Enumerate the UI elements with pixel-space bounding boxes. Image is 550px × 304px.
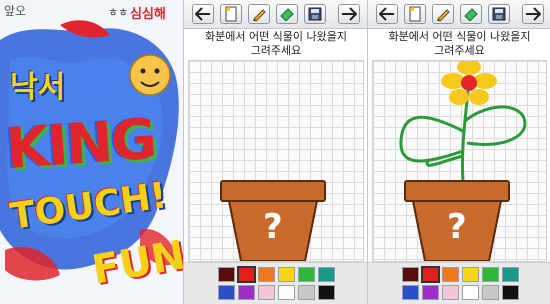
color-swatch[interactable] (402, 267, 419, 282)
color-swatch[interactable] (258, 285, 275, 300)
prompt-line1: 화분에서 어떤 식물이 나왔을지 (388, 30, 531, 43)
logo-line1: 낙서 (10, 70, 66, 105)
color-swatch[interactable] (218, 267, 235, 282)
color-palette (402, 266, 522, 300)
back-button[interactable] (192, 4, 214, 24)
new-page-button[interactable] (220, 4, 242, 24)
prompt-text: 화분에서 어떤 식물이 나왔을지 그려주세요 (184, 29, 368, 60)
drawing-screen-empty: 화분에서 어떤 식물이 나왔을지 그려주세요 ? (183, 0, 368, 304)
color-swatch[interactable] (298, 267, 315, 282)
back-arrow-icon (379, 7, 394, 21)
toolbar (368, 0, 550, 29)
color-palette-bar (184, 262, 368, 304)
save-button[interactable] (304, 4, 326, 24)
new-page-icon (409, 6, 421, 22)
prompt-text: 화분에서 어떤 식물이 나왔을지 그려주세요 (368, 29, 550, 60)
color-swatch[interactable] (278, 267, 295, 282)
color-swatch[interactable] (482, 267, 499, 282)
color-swatch[interactable] (298, 285, 315, 300)
prompt-line1: 화분에서 어떤 식물이 나왔을지 (204, 30, 348, 43)
pencil-icon (437, 9, 450, 22)
color-swatch[interactable] (278, 285, 295, 300)
color-swatch[interactable] (218, 285, 235, 300)
save-icon (308, 7, 322, 21)
pot-question-mark: ? (263, 207, 283, 247)
drawing-canvas[interactable]: ? (372, 60, 547, 262)
logo-line2: KING (3, 106, 158, 183)
save-icon (492, 7, 506, 21)
pencil-button[interactable] (432, 4, 454, 24)
eraser-icon (464, 8, 478, 21)
color-swatch[interactable] (442, 267, 459, 282)
eraser-button[interactable] (276, 4, 298, 24)
color-palette (218, 266, 338, 300)
next-button[interactable] (338, 4, 360, 24)
color-palette-bar (368, 262, 550, 304)
color-swatch[interactable] (238, 285, 255, 300)
color-swatch[interactable] (421, 266, 440, 283)
prompt-line2: 그려주세요 (250, 44, 302, 57)
top-right-text: 심심해 (130, 7, 166, 22)
color-swatch[interactable] (502, 285, 519, 300)
next-button[interactable] (522, 4, 544, 24)
drawing-canvas[interactable]: ? (188, 60, 364, 262)
back-button[interactable] (376, 4, 398, 24)
toolbar (184, 0, 368, 29)
pencil-button[interactable] (248, 4, 270, 24)
save-button[interactable] (488, 4, 510, 24)
new-page-icon (225, 6, 237, 22)
color-swatch[interactable] (462, 267, 479, 282)
color-swatch[interactable] (402, 285, 419, 300)
eraser-button[interactable] (460, 4, 482, 24)
color-swatch[interactable] (482, 285, 499, 300)
splash-screen: 앞오 심심해 ㅎㅎ 낙서 KING TOUCH! FUN (0, 0, 183, 304)
color-swatch[interactable] (258, 267, 275, 282)
color-swatch[interactable] (237, 266, 256, 283)
new-page-button[interactable] (404, 4, 426, 24)
color-swatch[interactable] (442, 285, 459, 300)
pencil-icon (253, 9, 266, 22)
prompt-line2: 그려주세요 (434, 44, 485, 57)
top-left-scribble: 앞오 (4, 4, 27, 18)
drawing-screen-flower: 화분에서 어떤 식물이 나왔을지 그려주세요 ? (367, 0, 550, 304)
forward-arrow-icon (526, 7, 541, 21)
color-swatch[interactable] (318, 267, 335, 282)
color-swatch[interactable] (422, 285, 439, 300)
color-swatch[interactable] (462, 285, 479, 300)
eraser-icon (280, 8, 294, 21)
color-swatch[interactable] (502, 267, 519, 282)
pot-question-mark: ? (447, 207, 467, 247)
dots-text: ㅎㅎ (108, 6, 129, 19)
forward-arrow-icon (342, 7, 357, 21)
color-swatch[interactable] (318, 285, 335, 300)
back-arrow-icon (195, 7, 210, 21)
